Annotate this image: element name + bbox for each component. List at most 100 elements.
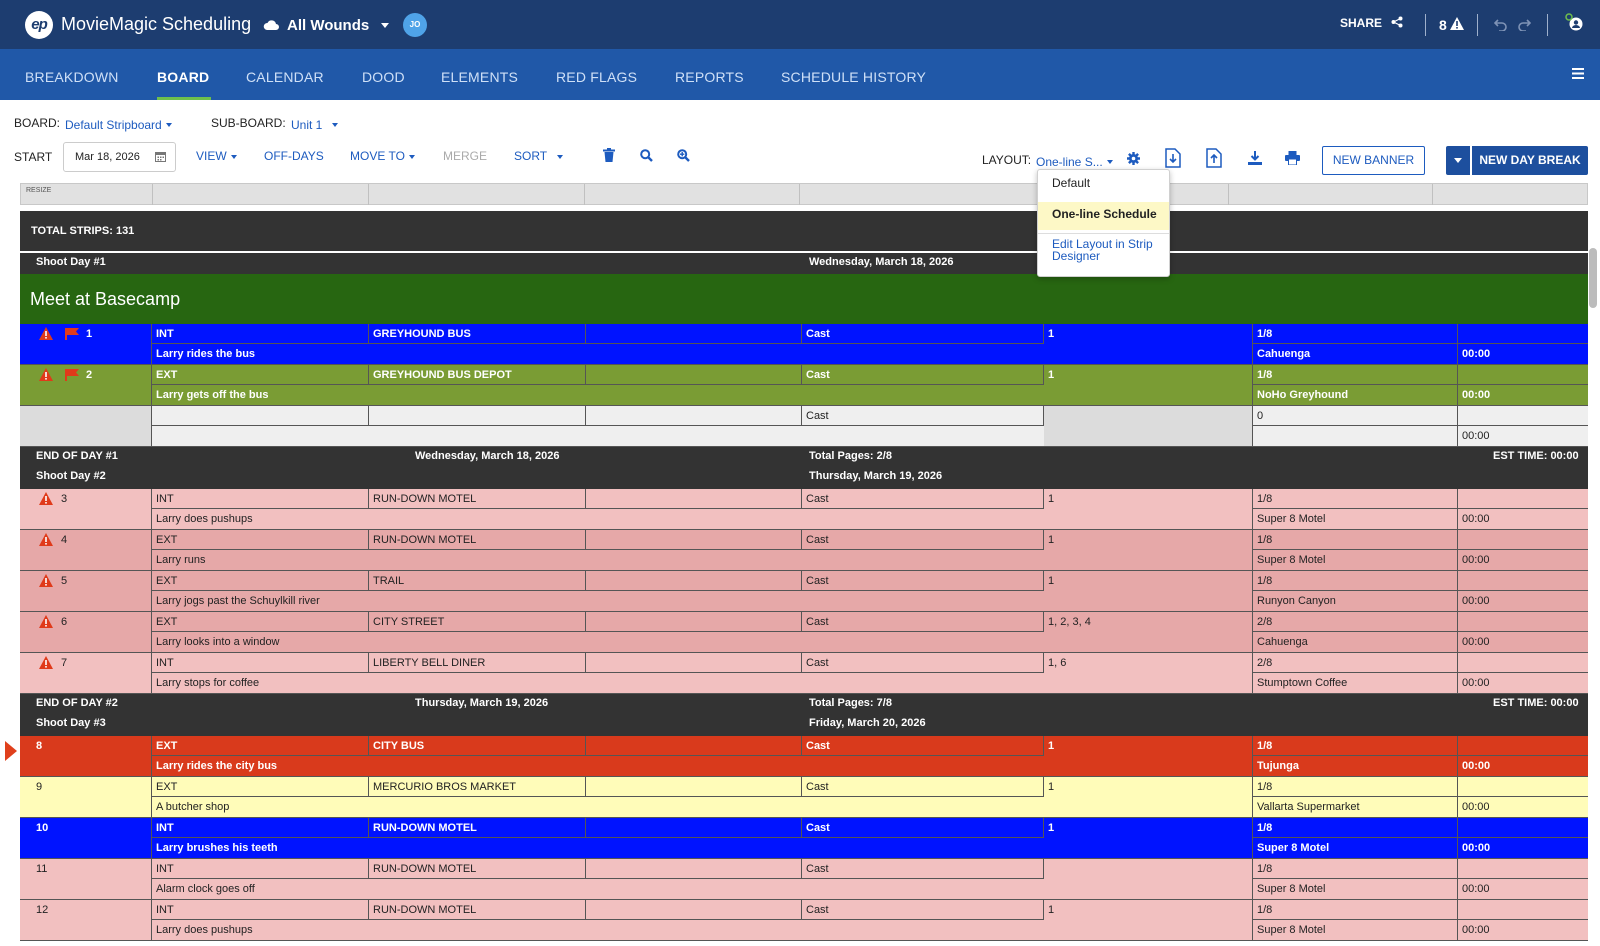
board-label: BOARD: — [14, 116, 61, 130]
layout-option-one-line-schedule[interactable]: One-line Schedule — [1038, 202, 1169, 230]
zoom-in-icon[interactable] — [677, 149, 690, 162]
shoot-day-label: Shoot Day #2 — [36, 470, 106, 482]
column-resize-handle[interactable] — [799, 184, 800, 205]
tab-board[interactable]: BOARD — [157, 69, 209, 85]
warning-icon[interactable] — [39, 492, 53, 505]
shoot-day-date: Thursday, March 19, 2026 — [809, 470, 943, 482]
strip-row[interactable]: 1 INT GREYHOUND BUS Cast 1 1/8 Larry rid… — [20, 324, 1588, 365]
chevron-down-icon — [1106, 159, 1113, 164]
end-of-day-label: END OF DAY #1 — [36, 450, 118, 462]
tab-red-flags[interactable]: RED FLAGS — [556, 69, 637, 85]
end-of-day-label: END OF DAY #2 — [36, 697, 118, 709]
share-button[interactable]: SHARE — [1340, 16, 1382, 30]
strip-row[interactable]: 5 EXT TRAIL Cast 1 1/8 Larry jogs past t… — [20, 571, 1588, 612]
empty-cell — [586, 489, 802, 509]
view-menu-button[interactable]: VIEW — [196, 149, 237, 163]
empty-cell — [586, 571, 802, 591]
new-day-break-button[interactable]: NEW DAY BREAK — [1472, 146, 1588, 175]
strip-row[interactable]: Cast 0 00:00 — [20, 406, 1588, 447]
pages-cell: 1/8 — [1253, 777, 1458, 797]
move-to-menu-button[interactable]: MOVE TO — [350, 149, 415, 163]
warning-icon[interactable] — [39, 574, 53, 587]
off-days-button[interactable]: OFF-DAYS — [264, 149, 324, 163]
tab-dood[interactable]: DOOD — [362, 69, 405, 85]
strip-row[interactable]: 2 EXT GREYHOUND BUS DEPOT Cast 1 1/8 Lar… — [20, 365, 1588, 406]
column-resize-handle[interactable] — [584, 184, 585, 205]
app-logo[interactable]: ep — [25, 11, 53, 39]
board-select[interactable]: Default Stripboard — [65, 116, 172, 134]
column-resize-row[interactable]: RESIZE — [20, 183, 1588, 205]
warning-icon[interactable] — [39, 368, 53, 381]
scene-number: 8 — [36, 740, 43, 752]
chevron-down-icon — [165, 122, 172, 127]
cast-cell: Cast — [802, 777, 1044, 797]
red-flag-count[interactable]: 8 — [1439, 17, 1447, 33]
end-of-day-banner[interactable]: END OF DAY #2 Thursday, March 19, 2026 T… — [20, 694, 1588, 736]
cast-cell: Cast — [802, 653, 1044, 673]
strip-number-cell: 10 — [20, 818, 152, 858]
warning-icon[interactable] — [39, 615, 53, 628]
warning-icon[interactable] — [39, 533, 53, 546]
strip-row[interactable]: 7 INT LIBERTY BELL DINER Cast 1, 6 2/8 L… — [20, 653, 1588, 694]
sort-menu-button[interactable]: SORT — [514, 149, 564, 163]
calendar-icon[interactable] — [155, 151, 166, 162]
hamburger-menu-icon[interactable] — [1572, 68, 1584, 79]
warning-icon[interactable] — [39, 656, 53, 669]
shoot-day-header[interactable]: Shoot Day #1 Wednesday, March 18, 2026 — [20, 253, 1588, 274]
vertical-scrollbar-thumb[interactable] — [1589, 248, 1597, 308]
column-resize-handle[interactable] — [152, 184, 153, 205]
current-strip-indicator-icon — [5, 741, 17, 761]
start-date-input[interactable]: Mar 18, 2026 — [63, 142, 176, 172]
subboard-select[interactable]: Unit 1 — [291, 116, 339, 134]
print-icon[interactable] — [1285, 151, 1300, 165]
strip-row[interactable]: 6 EXT CITY STREET Cast 1, 2, 3, 4 2/8 La… — [20, 612, 1588, 653]
int-ext-cell: EXT — [152, 736, 369, 756]
cast-ids-cell: 1 — [1044, 777, 1253, 817]
tab-elements[interactable]: ELEMENTS — [441, 69, 518, 85]
redo-icon[interactable] — [1517, 17, 1531, 31]
user-status-icon[interactable] — [1565, 13, 1585, 33]
trash-icon[interactable] — [603, 148, 615, 162]
gear-icon[interactable] — [1127, 152, 1140, 165]
project-chevron-down-icon[interactable] — [381, 23, 389, 28]
strip-row[interactable]: 8 EXT CITY BUS Cast 1 1/8 Larry rides th… — [20, 736, 1588, 777]
banner-strip[interactable]: Meet at Basecamp — [20, 274, 1588, 324]
column-resize-handle[interactable] — [368, 184, 369, 205]
layout-label: LAYOUT: — [982, 153, 1032, 167]
share-icon[interactable] — [1391, 16, 1403, 28]
tab-schedule-history[interactable]: SCHEDULE HISTORY — [781, 69, 926, 85]
sort-label: SORT — [514, 149, 548, 163]
red-flag-icon[interactable] — [65, 369, 79, 381]
tab-calendar[interactable]: CALENDAR — [246, 69, 324, 85]
column-resize-handle[interactable] — [1432, 184, 1433, 205]
end-of-day-banner[interactable]: END OF DAY #1 Wednesday, March 18, 2026 … — [20, 447, 1588, 489]
import-file-icon[interactable] — [1165, 148, 1181, 168]
strip-row[interactable]: 12 INT RUN-DOWN MOTEL Cast 1 1/8 Larry d… — [20, 900, 1588, 941]
user-avatar[interactable]: JO — [403, 13, 427, 37]
cast-cell: Cast — [802, 365, 1044, 385]
warning-icon[interactable] — [39, 327, 53, 340]
cast-ids-cell: 1, 2, 3, 4 — [1044, 612, 1253, 652]
download-icon[interactable] — [1248, 151, 1262, 165]
strip-row[interactable]: 10 INT RUN-DOWN MOTEL Cast 1 1/8 Larry b… — [20, 818, 1588, 859]
strip-row[interactable]: 4 EXT RUN-DOWN MOTEL Cast 1 1/8 Larry ru… — [20, 530, 1588, 571]
search-icon[interactable] — [640, 149, 653, 162]
empty-cell — [586, 777, 802, 797]
new-day-break-options-button[interactable] — [1446, 146, 1470, 175]
warning-icon[interactable] — [1450, 17, 1464, 30]
strip-row[interactable]: 11 INT RUN-DOWN MOTEL Cast 1/8 Alarm clo… — [20, 859, 1588, 900]
strip-row[interactable]: 3 INT RUN-DOWN MOTEL Cast 1 1/8 Larry do… — [20, 489, 1588, 530]
strip-row[interactable]: 9 EXT MERCURIO BROS MARKET Cast 1 1/8 A … — [20, 777, 1588, 818]
project-name[interactable]: All Wounds — [287, 17, 369, 34]
layout-option-default[interactable]: Default — [1038, 176, 1169, 200]
red-flag-icon[interactable] — [65, 328, 79, 340]
undo-icon[interactable] — [1494, 17, 1508, 31]
tab-breakdown[interactable]: BREAKDOWN — [25, 69, 119, 85]
tab-reports[interactable]: REPORTS — [675, 69, 744, 85]
new-banner-button[interactable]: NEW BANNER — [1322, 146, 1425, 175]
column-resize-handle[interactable] — [1228, 184, 1229, 205]
merge-button[interactable]: MERGE — [443, 149, 487, 163]
export-file-icon[interactable] — [1206, 148, 1222, 168]
int-ext-cell: EXT — [152, 571, 369, 591]
edit-layout-link[interactable]: Edit Layout in Strip Designer — [1038, 238, 1163, 262]
